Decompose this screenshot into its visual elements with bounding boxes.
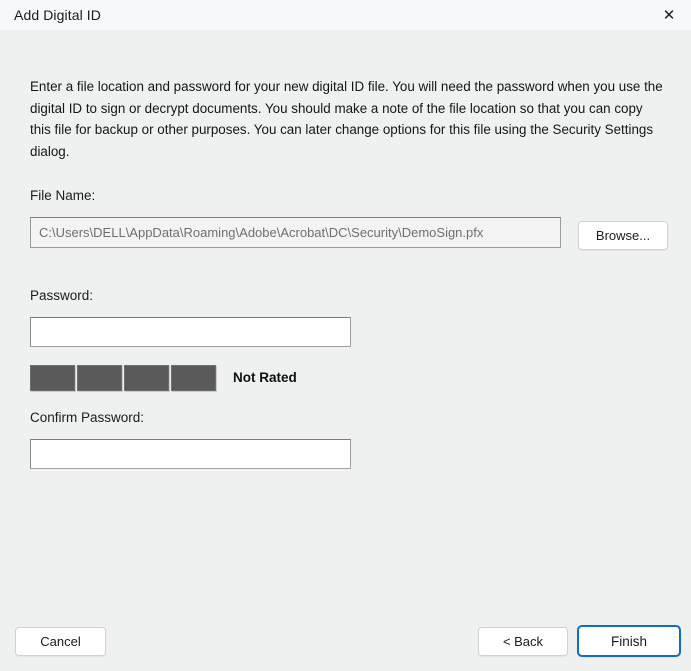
add-digital-id-dialog: Add Digital ID ✕ Enter a file location a…: [0, 0, 691, 671]
strength-segment: [77, 365, 122, 391]
browse-button[interactable]: Browse...: [578, 221, 668, 250]
dialog-titlebar: Add Digital ID ✕: [0, 0, 691, 30]
password-input[interactable]: [30, 317, 351, 347]
strength-segment: [171, 365, 216, 391]
file-name-label: File Name:: [30, 188, 95, 203]
password-label: Password:: [30, 288, 93, 303]
intro-text: Enter a file location and password for y…: [30, 76, 666, 162]
confirm-password-input[interactable]: [30, 439, 351, 469]
cancel-button[interactable]: Cancel: [15, 627, 106, 656]
finish-button[interactable]: Finish: [577, 625, 681, 657]
strength-segment: [124, 365, 169, 391]
dialog-title: Add Digital ID: [14, 7, 101, 23]
strength-segment: [30, 365, 75, 391]
file-name-input[interactable]: [30, 217, 561, 248]
back-button[interactable]: < Back: [478, 627, 568, 656]
strength-rating-label: Not Rated: [233, 370, 297, 385]
confirm-password-label: Confirm Password:: [30, 410, 144, 425]
strength-meter: [30, 365, 216, 391]
close-icon[interactable]: ✕: [647, 0, 691, 30]
